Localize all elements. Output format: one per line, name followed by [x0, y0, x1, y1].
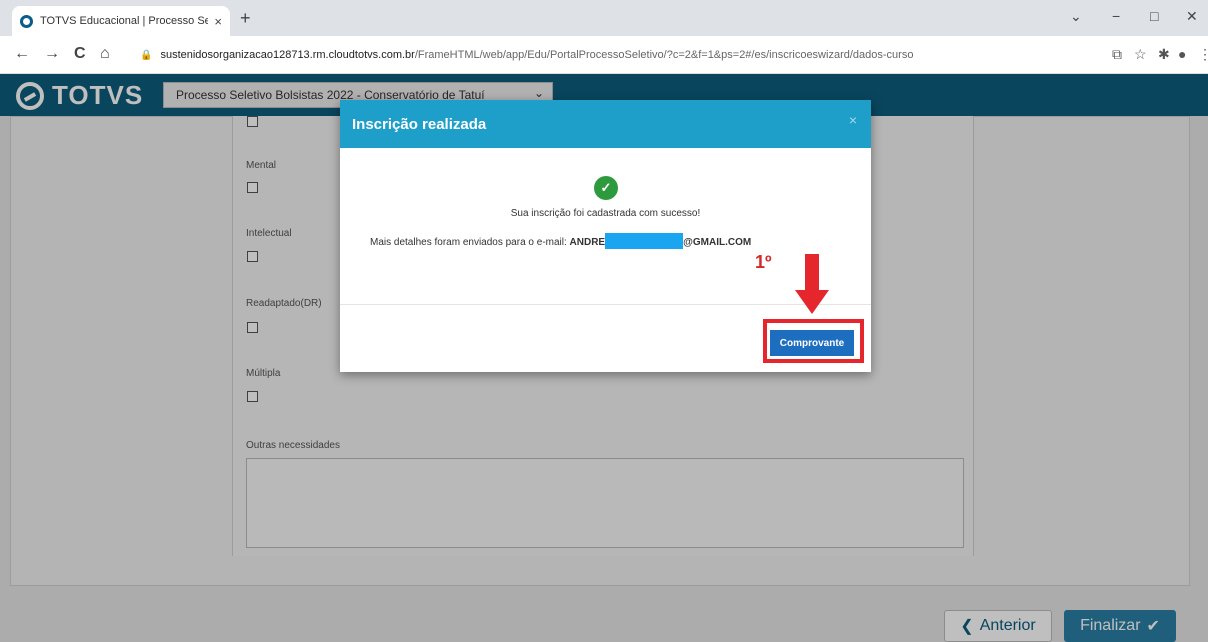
- success-check-icon: ✓: [594, 176, 618, 200]
- email-message: Mais detalhes foram enviados para o e-ma…: [370, 233, 752, 249]
- tab-title: TOTVS Educacional | Processo Se: [40, 15, 209, 27]
- forward-button[interactable]: →: [44, 45, 60, 63]
- email-prefix: Mais detalhes foram enviados para o e-ma…: [370, 237, 567, 249]
- browser-toolbar: ← → C ⌂ 🔒 sustenidosorganizacao128713.rm…: [0, 36, 1208, 74]
- bookmark-star-icon[interactable]: ☆: [1134, 46, 1147, 63]
- browser-tab[interactable]: TOTVS Educacional | Processo Se ×: [12, 6, 230, 36]
- email-start: ANDRE: [569, 237, 606, 249]
- home-button[interactable]: ⌂: [100, 45, 110, 63]
- browser-tabbar: TOTVS Educacional | Processo Se × + ⌄ − …: [0, 0, 1208, 36]
- reload-button[interactable]: C: [74, 45, 86, 63]
- modal-header: Inscrição realizada ×: [340, 100, 871, 148]
- modal-divider: [340, 304, 871, 305]
- highlight-box: [763, 319, 864, 363]
- back-button[interactable]: ←: [14, 45, 30, 63]
- maximize-button[interactable]: □: [1150, 8, 1158, 24]
- close-window-button[interactable]: ✕: [1186, 8, 1198, 25]
- lock-icon: 🔒: [140, 49, 153, 61]
- share-icon[interactable]: ⧉: [1112, 46, 1122, 63]
- extensions-icon[interactable]: ✱: [1158, 46, 1170, 63]
- step-label: 1º: [755, 252, 772, 272]
- tab-search-icon[interactable]: ⌄: [1070, 8, 1082, 25]
- close-icon[interactable]: ×: [849, 112, 857, 128]
- red-arrow-down-icon: [795, 254, 829, 314]
- new-tab-button[interactable]: +: [240, 8, 251, 29]
- url-path: /FrameHTML/web/app/Edu/PortalProcessoSel…: [414, 49, 914, 61]
- menu-icon[interactable]: ⋮: [1198, 46, 1208, 63]
- url-host: sustenidosorganizacao128713.rm.cloudtotv…: [160, 49, 415, 61]
- totvs-favicon-icon: [20, 14, 33, 28]
- modal-title: Inscrição realizada: [352, 116, 487, 133]
- success-message: Sua inscrição foi cadastrada com sucesso…: [510, 208, 701, 219]
- email-end: @GMAIL.COM: [683, 237, 752, 249]
- profile-icon[interactable]: ●: [1178, 46, 1186, 62]
- address-bar[interactable]: 🔒 sustenidosorganizacao128713.rm.cloudto…: [140, 42, 1020, 68]
- redaction-block: [605, 233, 684, 249]
- tab-close-icon[interactable]: ×: [214, 14, 222, 29]
- minimize-button[interactable]: −: [1112, 8, 1120, 24]
